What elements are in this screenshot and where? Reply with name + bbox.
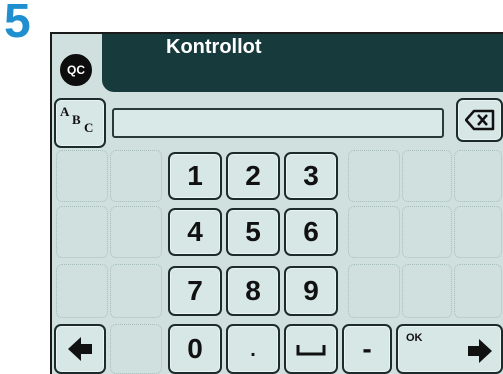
step-number: 5 [4,0,31,48]
qc-logo: QC [58,52,94,88]
arrow-right-icon [468,339,492,363]
ghost-key [110,206,162,258]
key-1[interactable]: 1 [168,152,222,200]
abc-letter-a: A [60,104,70,119]
ghost-key [110,150,162,202]
key-5[interactable]: 5 [226,208,280,256]
backspace-icon [464,109,494,131]
ghost-key [402,150,452,202]
device-screen: Kontrollot QC A B C 1 2 3 4 5 6 7 8 9 0 … [50,32,503,374]
backspace-button[interactable] [456,98,503,142]
key-2[interactable]: 2 [226,152,280,200]
key-3[interactable]: 3 [284,152,338,200]
abc-letter-b: B [72,112,81,127]
key-dot[interactable]: . [226,324,280,374]
cursor-left-button[interactable] [54,324,106,374]
ghost-key [454,150,502,202]
ghost-key [56,150,108,202]
key-7[interactable]: 7 [168,266,222,316]
ghost-key [454,264,502,318]
ghost-key [402,206,452,258]
ghost-key [110,264,162,318]
key-minus[interactable]: - [342,324,392,374]
key-8[interactable]: 8 [226,266,280,316]
arrow-left-icon [68,337,92,361]
ghost-key [56,206,108,258]
ghost-key [348,264,400,318]
ghost-key [348,150,400,202]
header-bar: Kontrollot [102,34,503,92]
ok-button[interactable]: OK [396,324,503,374]
key-space[interactable] [284,324,338,374]
ghost-key [56,264,108,318]
ok-label: OK [406,332,423,344]
key-0[interactable]: 0 [168,324,222,374]
key-4[interactable]: 4 [168,208,222,256]
abc-letter-c: C [84,120,94,135]
key-6[interactable]: 6 [284,208,338,256]
ghost-key [348,206,400,258]
key-9[interactable]: 9 [284,266,338,316]
abc-mode-button[interactable]: A B C [54,98,106,148]
ghost-key [454,206,502,258]
screen-title: Kontrollot [166,36,262,58]
ghost-key [110,324,162,374]
ghost-key [402,264,452,318]
space-icon [296,345,326,356]
text-input[interactable] [112,108,444,138]
